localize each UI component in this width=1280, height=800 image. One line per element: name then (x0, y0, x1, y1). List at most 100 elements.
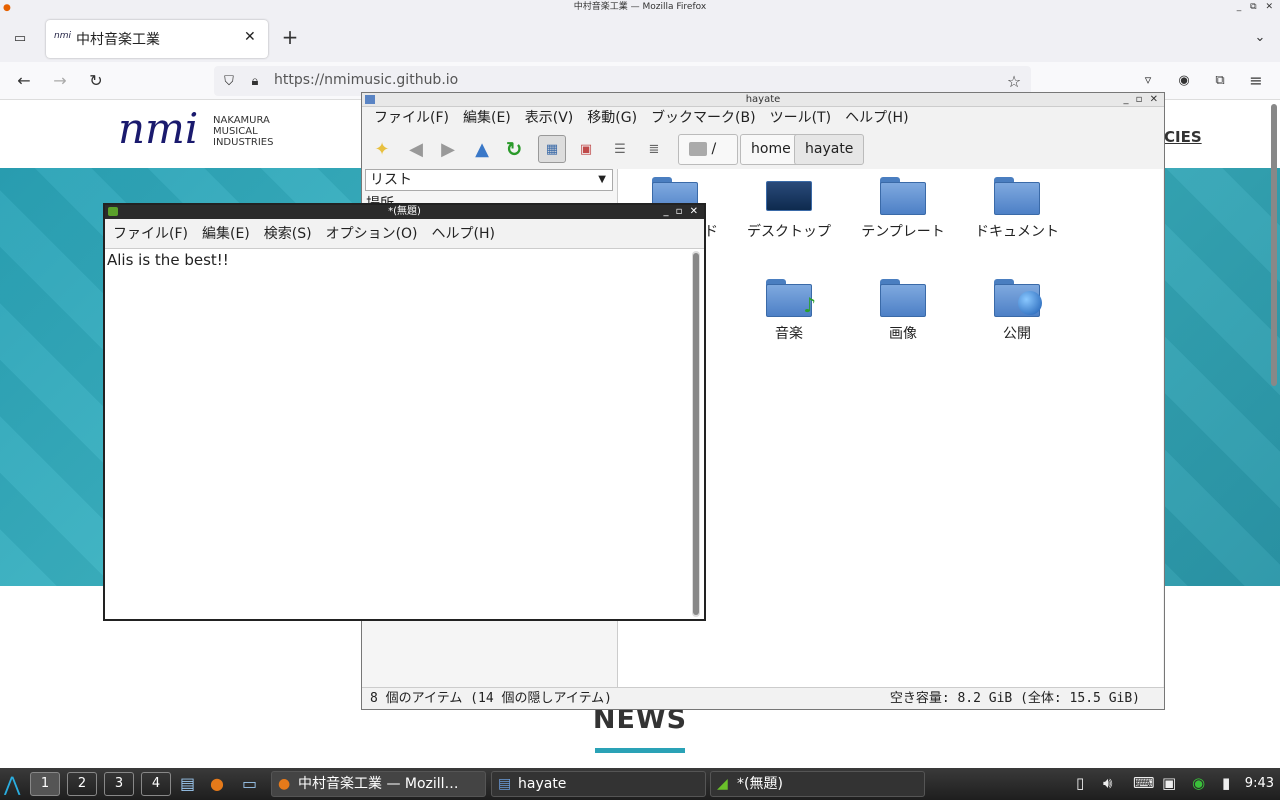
tab-overview-icon[interactable]: ▭ (10, 28, 30, 48)
network-icon[interactable]: ▣ (1162, 774, 1176, 792)
reload-icon[interactable]: ↻ (500, 135, 528, 163)
fm-menu-file[interactable]: ファイル(F) (374, 110, 449, 126)
clock[interactable]: 9:43 (1245, 768, 1274, 800)
leafpad-icon: ◢ (717, 776, 728, 792)
shield-icon[interactable]: ⛉ (220, 72, 238, 90)
compact-view-icon[interactable]: ☰ (606, 135, 634, 163)
thumbnail-view-icon[interactable]: ▣ (572, 135, 600, 163)
new-tab-icon[interactable]: + (280, 25, 300, 49)
folder-icon: ▤ (498, 776, 512, 792)
editor-menu-options[interactable]: オプション(O) (326, 226, 418, 242)
menu-icon[interactable]: ≡ (1246, 70, 1266, 90)
folder-item-desktop[interactable]: デスクトップ (734, 177, 844, 241)
breadcrumb-root-label: / (711, 141, 717, 157)
editor-titlebar[interactable]: *(無題) _ ▫ ✕ (105, 205, 704, 219)
folder-item-pictures[interactable]: 画像 (848, 279, 958, 343)
editor-title: *(無題) (388, 206, 421, 217)
music-folder-icon: ♪ (766, 279, 816, 317)
fm-menu-bookmarks[interactable]: ブックマーク(B) (651, 110, 756, 126)
desktop-folder-icon (766, 177, 812, 215)
breadcrumb-hayate[interactable]: hayate (794, 134, 865, 165)
bookmark-star-icon[interactable]: ☆ (1004, 71, 1024, 91)
lock-icon[interactable]: 🔒︎ (246, 72, 264, 90)
news-underline (595, 748, 685, 753)
update-icon[interactable]: ◉ (1192, 774, 1205, 792)
forward-icon[interactable]: → (50, 70, 70, 90)
status-free-space: 空き容量: 8.2 GiB (全体: 15.5 GiB) (889, 691, 1140, 706)
detail-view-icon[interactable]: ≣ (640, 135, 668, 163)
window-controls[interactable]: _ ⧉ ✕ (1237, 0, 1276, 14)
editor-menu-help[interactable]: ヘルプ(H) (432, 226, 495, 242)
editor-menu-search[interactable]: 検索(S) (264, 226, 312, 242)
text-editor-window: *(無題) _ ▫ ✕ ファイル(F) 編集(E) 検索(S) オプション(O) ヘルプ… (103, 203, 706, 621)
start-menu-icon[interactable]: ⋀ (4, 772, 20, 796)
firefox-menu-icon[interactable]: ● (3, 1, 11, 15)
clipboard-icon[interactable]: ▯ (1076, 774, 1084, 792)
fm-menu-help[interactable]: ヘルプ(H) (845, 110, 908, 126)
tab-title: 中村音楽工業 (76, 32, 160, 48)
folder-icon (880, 177, 926, 215)
back-icon[interactable]: ← (14, 70, 34, 90)
back-arrow-icon[interactable]: ◀ (402, 135, 430, 163)
breadcrumb-root[interactable]: / (678, 134, 738, 165)
volume-icon[interactable]: 🔊︎ (1103, 774, 1112, 792)
folder-item-public[interactable]: 公開 (962, 279, 1072, 343)
workspace-4[interactable]: 4 (141, 772, 171, 796)
firefox-launcher-icon[interactable]: ● (210, 774, 224, 793)
folder-item-music[interactable]: ♪ 音楽 (734, 279, 844, 343)
workspace-1[interactable]: 1 (30, 772, 60, 796)
folder-item-templates[interactable]: テンプレート (848, 177, 958, 241)
fm-toolbar: ✦ ◀ ▶ ▲ ↻ ▦ ▣ ☰ ≣ / home hayate (362, 131, 1164, 167)
site-logo-text: NAKAMURA MUSICAL INDUSTRIES (213, 115, 274, 148)
side-pane-selector[interactable]: リスト ▼ (365, 169, 613, 191)
site-logo-mark[interactable]: nmi (118, 104, 198, 153)
pocket-icon[interactable]: ▿ (1138, 70, 1158, 90)
fm-window-controls[interactable]: _ ▫ ✕ (1123, 93, 1160, 107)
editor-text-area[interactable]: Alis is the best!! (107, 251, 687, 269)
page-scrollbar[interactable] (1271, 104, 1277, 386)
editor-window-controls[interactable]: _ ▫ ✕ (663, 205, 700, 219)
leafpad-icon (108, 207, 118, 216)
folder-item-documents[interactable]: ドキュメント (962, 177, 1072, 241)
workspace-3[interactable]: 3 (104, 772, 134, 796)
workspace-2[interactable]: 2 (67, 772, 97, 796)
url-text[interactable]: https://nmimusic.github.io (274, 72, 458, 88)
task-editor[interactable]: ◢ *(無題) (710, 771, 925, 797)
forward-arrow-icon[interactable]: ▶ (434, 135, 462, 163)
site-nav-link[interactable]: CIES (1164, 128, 1202, 146)
editor-menubar: ファイル(F) 編集(E) 検索(S) オプション(O) ヘルプ(H) (105, 219, 704, 249)
account-icon[interactable]: ◉ (1174, 70, 1194, 90)
fm-titlebar[interactable]: hayate _ ▫ ✕ (362, 93, 1164, 107)
editor-scroll-thumb[interactable] (693, 253, 699, 615)
public-folder-icon (994, 279, 1042, 317)
file-manager-launcher-icon[interactable]: ▤ (180, 774, 195, 793)
terminal-launcher-icon[interactable]: ▭ (242, 774, 257, 793)
fm-menu-edit[interactable]: 編集(E) (463, 110, 511, 126)
pictures-folder-icon (880, 279, 926, 317)
battery-icon[interactable]: ▮ (1222, 774, 1230, 792)
firefox-icon: ● (278, 776, 291, 792)
window-title: 中村音楽工業 — Mozilla Firefox (573, 2, 707, 12)
icon-view-icon[interactable]: ▦ (538, 135, 566, 163)
task-hayate[interactable]: ▤ hayate (491, 771, 706, 797)
fm-menu-view[interactable]: 表示(V) (525, 110, 574, 126)
tab-favicon: nmi (54, 31, 71, 41)
fm-menu-tools[interactable]: ツール(T) (770, 110, 831, 126)
extensions-icon[interactable]: ⧉ (1210, 70, 1230, 90)
list-tabs-icon[interactable]: ⌄ (1250, 27, 1270, 47)
task-firefox[interactable]: ● 中村音楽工業 — Mozill… (271, 771, 486, 797)
keyboard-icon[interactable]: ⌨ (1133, 774, 1155, 792)
new-tab-icon[interactable]: ✦ (368, 135, 396, 163)
fm-menu-go[interactable]: 移動(G) (587, 110, 637, 126)
up-arrow-icon[interactable]: ▲ (468, 135, 496, 163)
tab-close-icon[interactable]: ✕ (244, 29, 256, 45)
breadcrumb-home[interactable]: home (740, 134, 802, 165)
editor-menu-edit[interactable]: 編集(E) (202, 226, 250, 242)
editor-menu-file[interactable]: ファイル(F) (113, 226, 188, 242)
documents-folder-icon (994, 177, 1040, 215)
status-item-count: 8 個のアイテム (14 個の隠しアイテム) (370, 691, 613, 706)
fm-statusbar: 8 個のアイテム (14 個の隠しアイテム) 空き容量: 8.2 GiB (全体… (362, 687, 1164, 709)
reload-icon[interactable]: ↻ (86, 70, 106, 90)
firefox-titlebar: ● 中村音楽工業 — Mozilla Firefox _ ⧉ ✕ (0, 0, 1280, 14)
tab-active[interactable]: nmi 中村音楽工業 ✕ (46, 20, 268, 58)
